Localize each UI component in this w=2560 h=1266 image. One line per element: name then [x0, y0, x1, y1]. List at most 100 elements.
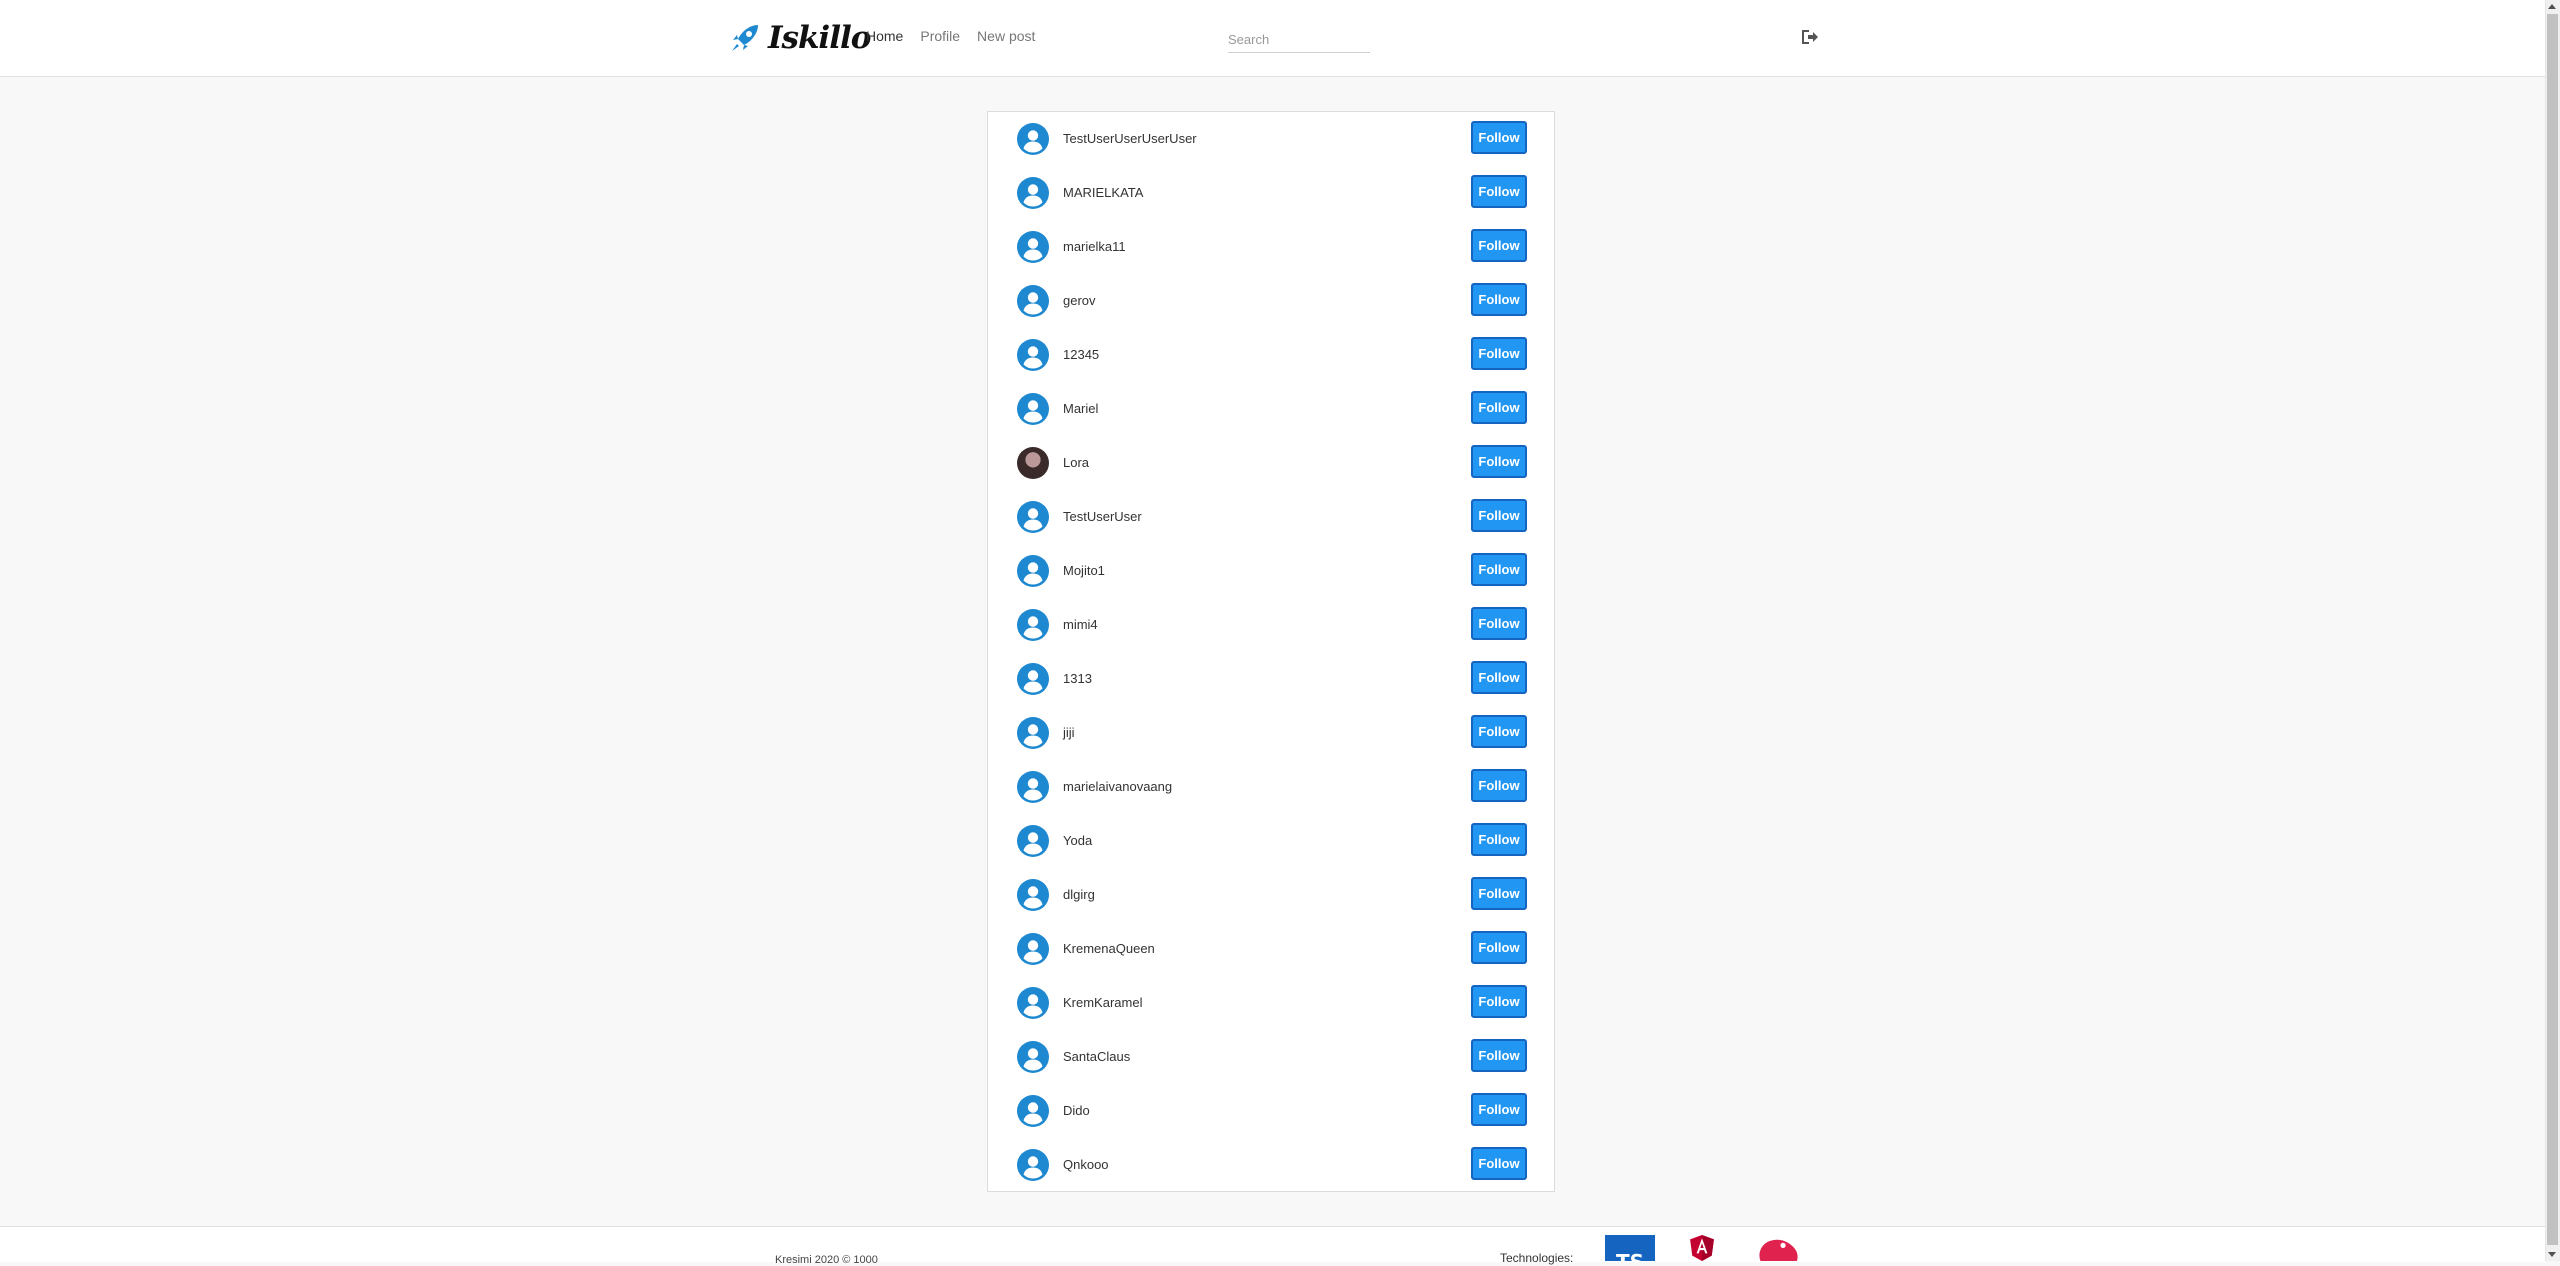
footer [0, 1226, 2545, 1262]
username-link[interactable]: gerov [1063, 293, 1096, 308]
follow-button[interactable]: Follow [1471, 499, 1527, 532]
user-avatar-icon[interactable] [1017, 987, 1049, 1019]
user-avatar-icon[interactable] [1017, 825, 1049, 857]
username-link[interactable]: KremenaQueen [1063, 941, 1155, 956]
user-row: marielka11 Follow [988, 220, 1556, 274]
user-row: Mojito1 Follow [988, 544, 1556, 598]
follow-button[interactable]: Follow [1471, 1093, 1527, 1126]
username-link[interactable]: marielaivanovaang [1063, 779, 1172, 794]
follow-button[interactable]: Follow [1471, 553, 1527, 586]
user-row: TestUserUser Follow [988, 490, 1556, 544]
user-row: MARIELKATA Follow [988, 166, 1556, 220]
footer-copyright: Kresimi 2020 © 1000 [775, 1254, 878, 1266]
nav-home[interactable]: Home [866, 28, 903, 44]
user-avatar-icon[interactable] [1017, 393, 1049, 425]
user-avatar-icon[interactable] [1017, 123, 1049, 155]
username-link[interactable]: KremKaramel [1063, 995, 1142, 1010]
username-link[interactable]: Lora [1063, 455, 1089, 470]
follow-button[interactable]: Follow [1471, 715, 1527, 748]
user-row: gerov Follow [988, 274, 1556, 328]
user-avatar-icon[interactable] [1017, 663, 1049, 695]
user-row: Dido Follow [988, 1084, 1556, 1138]
follow-button[interactable]: Follow [1471, 391, 1527, 424]
follow-button[interactable]: Follow [1471, 229, 1527, 262]
user-row: Yoda Follow [988, 814, 1556, 868]
svg-text:TS: TS [1616, 1250, 1644, 1261]
user-avatar-icon[interactable] [1017, 501, 1049, 533]
username-link[interactable]: jiji [1063, 725, 1075, 740]
search-input[interactable] [1228, 26, 1370, 53]
follow-button[interactable]: Follow [1471, 931, 1527, 964]
follow-button[interactable]: Follow [1471, 337, 1527, 370]
user-row: 1313 Follow [988, 652, 1556, 706]
nestjs-logo [1759, 1239, 1798, 1261]
user-row: Lora Follow [988, 436, 1556, 490]
username-link[interactable]: Qnkooo [1063, 1157, 1109, 1172]
user-row: jiji Follow [988, 706, 1556, 760]
user-avatar-icon[interactable] [1017, 933, 1049, 965]
user-avatar-photo[interactable] [1017, 447, 1049, 479]
follow-button[interactable]: Follow [1471, 1039, 1527, 1072]
follow-button[interactable]: Follow [1471, 661, 1527, 694]
user-row: 12345 Follow [988, 328, 1556, 382]
follow-button[interactable]: Follow [1471, 877, 1527, 910]
sign-out-icon[interactable] [1800, 28, 1820, 46]
user-row: KremenaQueen Follow [988, 922, 1556, 976]
username-link[interactable]: Dido [1063, 1103, 1090, 1118]
user-row: Mariel Follow [988, 382, 1556, 436]
username-link[interactable]: Mariel [1063, 401, 1098, 416]
user-avatar-icon[interactable] [1017, 231, 1049, 263]
users-list-card: TestUserUserUserUser Follow MARIELKATA Foll… [987, 111, 1555, 1192]
user-avatar-icon[interactable] [1017, 1041, 1049, 1073]
username-link[interactable]: dlgirg [1063, 887, 1095, 902]
brand-logo[interactable]: Iskillo [728, 18, 871, 58]
user-avatar-icon[interactable] [1017, 609, 1049, 641]
username-link[interactable]: 12345 [1063, 347, 1099, 362]
user-avatar-icon[interactable] [1017, 339, 1049, 371]
scroll-up-arrow[interactable] [2548, 4, 2556, 9]
user-avatar-icon[interactable] [1017, 771, 1049, 803]
username-link[interactable]: MARIELKATA [1063, 185, 1143, 200]
username-link[interactable]: TestUserUser [1063, 509, 1142, 524]
user-row: mimi4 Follow [988, 598, 1556, 652]
brand-name: Iskillo [768, 20, 871, 56]
username-link[interactable]: 1313 [1063, 671, 1092, 686]
top-navbar: Iskillo Home Profile New post [0, 0, 2545, 77]
username-link[interactable]: TestUserUserUserUser [1063, 131, 1197, 146]
user-avatar-icon[interactable] [1017, 285, 1049, 317]
nav-new-post[interactable]: New post [977, 28, 1035, 44]
rocket-icon [732, 25, 758, 51]
user-avatar-icon[interactable] [1017, 1149, 1049, 1181]
user-avatar-icon[interactable] [1017, 555, 1049, 587]
follow-button[interactable]: Follow [1471, 1147, 1527, 1180]
user-row: dlgirg Follow [988, 868, 1556, 922]
user-avatar-icon[interactable] [1017, 177, 1049, 209]
user-avatar-icon[interactable] [1017, 1095, 1049, 1127]
follow-button[interactable]: Follow [1471, 823, 1527, 856]
main-nav: Home Profile New post [866, 28, 1052, 44]
follow-button[interactable]: Follow [1471, 985, 1527, 1018]
technologies-label: Technologies: [1500, 1251, 1574, 1265]
follow-button[interactable]: Follow [1471, 769, 1527, 802]
nav-profile[interactable]: Profile [920, 28, 960, 44]
username-link[interactable]: marielka11 [1063, 239, 1126, 254]
follow-button[interactable]: Follow [1471, 121, 1527, 154]
user-row: SantaClaus Follow [988, 1030, 1556, 1084]
follow-button[interactable]: Follow [1471, 607, 1527, 640]
user-row: KremKaramel Follow [988, 976, 1556, 1030]
username-link[interactable]: Mojito1 [1063, 563, 1105, 578]
follow-button[interactable]: Follow [1471, 175, 1527, 208]
scrollbar-thumb[interactable] [2547, 14, 2558, 1245]
js-logo: TS [1605, 1235, 1655, 1261]
user-avatar-icon[interactable] [1017, 879, 1049, 911]
user-avatar-icon[interactable] [1017, 717, 1049, 749]
follow-button[interactable]: Follow [1471, 283, 1527, 316]
angular-logo [1690, 1235, 1714, 1261]
username-link[interactable]: mimi4 [1063, 617, 1098, 632]
username-link[interactable]: Yoda [1063, 833, 1092, 848]
username-link[interactable]: SantaClaus [1063, 1049, 1130, 1064]
user-row: TestUserUserUserUser Follow [988, 112, 1556, 166]
user-row: Qnkooo Follow [988, 1138, 1556, 1192]
follow-button[interactable]: Follow [1471, 445, 1527, 478]
scroll-down-arrow[interactable] [2548, 1252, 2556, 1257]
